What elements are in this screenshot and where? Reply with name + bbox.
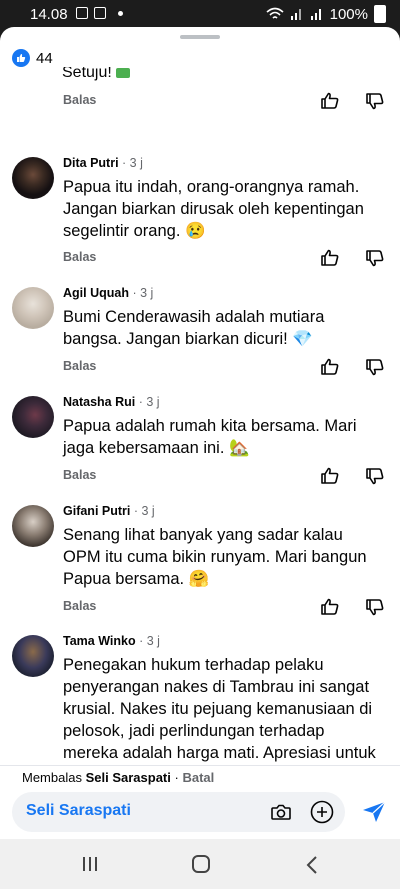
system-navigation-bar bbox=[0, 839, 400, 889]
comment-text: Penegakan hukum terhadap pelaku penyeran… bbox=[63, 656, 376, 767]
replying-to: Membalas Seli Saraspati · Batal bbox=[22, 770, 215, 785]
signal-icon-2 bbox=[310, 9, 321, 20]
upvote-icon[interactable] bbox=[320, 357, 340, 377]
comment-author[interactable]: Agil Uquah · 3 j bbox=[63, 286, 153, 300]
downvote-icon[interactable] bbox=[365, 357, 385, 377]
reply-button[interactable]: Balas bbox=[63, 599, 96, 613]
upvote-icon[interactable] bbox=[320, 248, 340, 268]
comment-text: Bumi Cenderawasih adalah mutiara bangsa.… bbox=[63, 308, 325, 348]
avatar[interactable] bbox=[12, 157, 54, 199]
downvote-icon[interactable] bbox=[365, 248, 385, 268]
comment-author[interactable]: Dita Putri · 3 j bbox=[63, 156, 143, 170]
cropped-comment-text: Setuju! bbox=[62, 67, 131, 82]
avatar[interactable] bbox=[12, 505, 54, 547]
comment-text: Papua adalah rumah kita bersama. Mari ja… bbox=[63, 417, 357, 457]
reply-target[interactable]: Seli Saraspati bbox=[86, 770, 171, 785]
upvote-icon[interactable] bbox=[320, 91, 340, 111]
battery-icon bbox=[374, 5, 386, 23]
avatar[interactable] bbox=[12, 635, 54, 677]
reply-button[interactable]: Balas bbox=[63, 93, 96, 107]
notification-icons bbox=[76, 7, 123, 19]
upvote-icon[interactable] bbox=[320, 597, 340, 617]
downvote-icon[interactable] bbox=[365, 91, 385, 111]
downvote-icon[interactable] bbox=[365, 466, 385, 486]
system-icons: 100% bbox=[266, 5, 386, 23]
upvote-icon[interactable] bbox=[320, 466, 340, 486]
comment-author[interactable]: Natasha Rui · 3 j bbox=[63, 395, 160, 409]
notification-dot-icon bbox=[118, 10, 123, 16]
drag-handle[interactable] bbox=[180, 35, 220, 39]
comment-text: Papua itu indah, orang-orangnya ramah. J… bbox=[63, 178, 364, 240]
recent-apps-icon[interactable] bbox=[81, 856, 99, 872]
avatar[interactable] bbox=[12, 396, 54, 438]
reply-bar: Membalas Seli Saraspati · Batal Seli Sar… bbox=[0, 765, 400, 839]
mention-tag: Seli Saraspati bbox=[26, 802, 131, 819]
checkbox-icon bbox=[94, 7, 106, 19]
clock: 14.08 bbox=[30, 6, 68, 23]
comment-author[interactable]: Tama Winko · 3 j bbox=[63, 634, 160, 648]
like-reaction-icon bbox=[12, 49, 30, 67]
send-icon[interactable] bbox=[362, 801, 386, 823]
reaction-summary[interactable]: 44 bbox=[12, 49, 53, 67]
cancel-reply-button[interactable]: Batal bbox=[182, 770, 214, 785]
add-attachment-icon[interactable] bbox=[310, 800, 334, 824]
reply-button[interactable]: Balas bbox=[63, 250, 96, 264]
reply-button[interactable]: Balas bbox=[63, 359, 96, 373]
reply-button[interactable]: Balas bbox=[63, 468, 96, 482]
comment-input[interactable]: Seli Saraspati bbox=[12, 792, 345, 832]
comments-sheet: 44 Setuju! Balas Dita Putri · 3 j Papua … bbox=[0, 27, 400, 839]
status-bar: 14.08 100% bbox=[0, 0, 400, 30]
gallery-icon bbox=[76, 7, 88, 19]
like-count: 44 bbox=[36, 49, 53, 67]
comment-list: Setuju! Balas Dita Putri · 3 j Papua itu… bbox=[0, 67, 400, 767]
comment-author[interactable]: Gifani Putri · 3 j bbox=[63, 504, 155, 518]
emoji bbox=[116, 67, 131, 78]
home-icon[interactable] bbox=[192, 855, 210, 873]
battery-percent: 100% bbox=[329, 5, 368, 23]
camera-icon[interactable] bbox=[270, 801, 292, 823]
back-icon[interactable] bbox=[306, 856, 318, 874]
avatar[interactable] bbox=[12, 287, 54, 329]
wifi-icon bbox=[266, 7, 284, 19]
comment-text: Senang lihat banyak yang sadar kalau OPM… bbox=[63, 526, 367, 588]
signal-icon bbox=[290, 9, 301, 20]
downvote-icon[interactable] bbox=[365, 597, 385, 617]
